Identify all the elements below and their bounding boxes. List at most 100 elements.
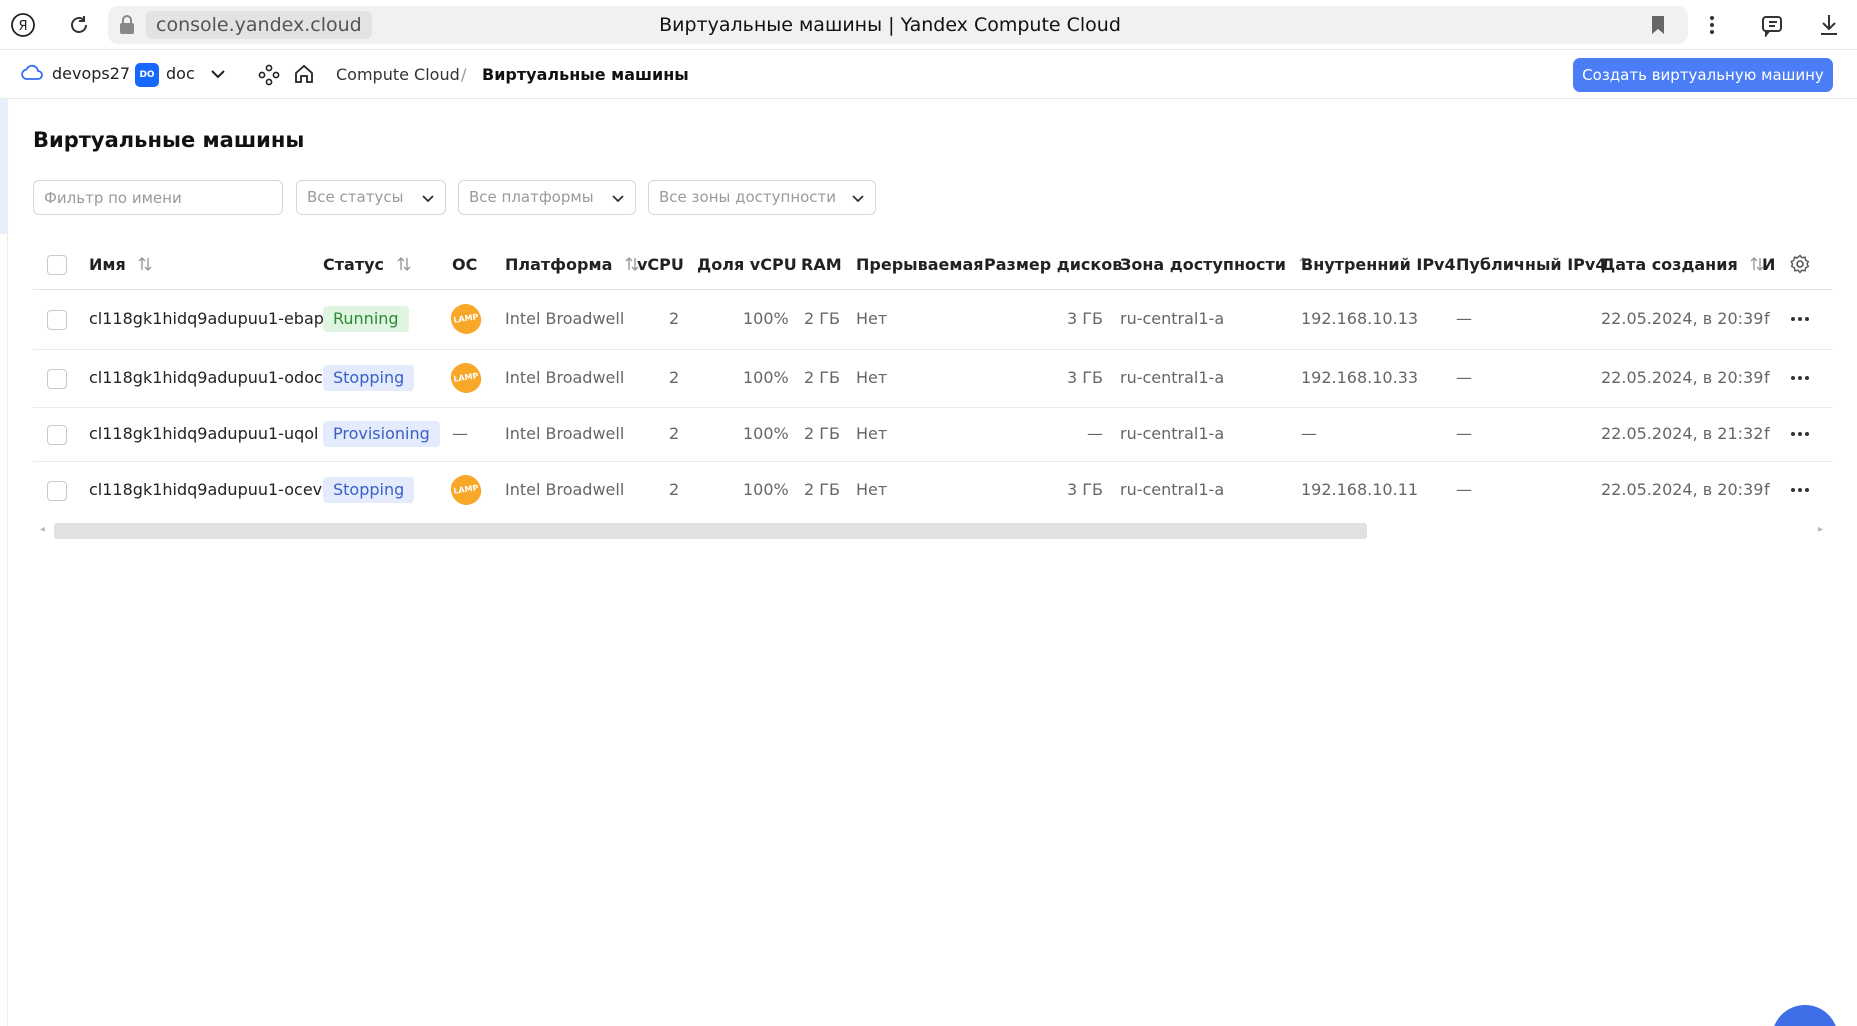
zone-cell: ru-central1-a [1120, 309, 1225, 328]
bookmark-icon[interactable] [1643, 10, 1673, 40]
col-internal-ipv4[interactable]: Внутренний IPv4 [1301, 254, 1456, 276]
lamp-os-icon: LAMP [449, 361, 483, 395]
folder-badge: DO [135, 63, 159, 87]
vm-name[interactable]: cl118gk1hidq9adupuu1-odoc [89, 367, 323, 389]
row-checkbox[interactable] [47, 310, 67, 330]
internal-ipv4-cell: — [1301, 424, 1317, 443]
col-extra[interactable]: И [1762, 254, 1775, 276]
extra-cell: f [1764, 309, 1770, 328]
platform-cell: Intel Broadwell [505, 309, 625, 328]
internal-ipv4-cell: 192.168.10.11 [1301, 480, 1419, 499]
col-disk-size[interactable]: Размер дисков [984, 254, 1122, 276]
col-public-ipv4[interactable]: Публичный IPv4 [1456, 254, 1606, 276]
status-badge: Stopping [323, 477, 415, 503]
create-vm-button[interactable]: Создать виртуальную машину [1573, 58, 1833, 92]
breadcrumb-compute-cloud[interactable]: Compute Cloud [336, 64, 460, 86]
created-cell: 22.05.2024, в 20:39 [1601, 480, 1764, 499]
horizontal-scrollbar[interactable] [54, 523, 1367, 539]
url-host[interactable]: console.yandex.cloud [146, 11, 372, 39]
page-title: Виртуальные машины [33, 128, 305, 152]
cloud-icon [20, 63, 44, 87]
platform-cell: Intel Broadwell [505, 424, 625, 443]
col-status[interactable]: Статус [323, 254, 412, 276]
breadcrumb-current: Виртуальные машины [482, 65, 689, 84]
scroll-left-arrow[interactable]: ◂ [40, 524, 45, 535]
lock-icon[interactable] [118, 14, 136, 40]
zone-select-value: Все зоны доступности [659, 188, 837, 206]
extra-cell: f [1764, 424, 1770, 443]
sidebar-icon[interactable] [1757, 10, 1787, 40]
ram-cell: 2 ГБ [804, 368, 840, 387]
zone-select[interactable]: Все зоны доступности [648, 180, 876, 215]
platform-select[interactable]: Все платформы [458, 180, 636, 215]
chevron-down-icon[interactable] [209, 65, 227, 87]
ram-cell: 2 ГБ [804, 309, 840, 328]
disk-cell: 3 ГБ [1067, 309, 1103, 328]
row-checkbox[interactable] [47, 369, 67, 389]
status-select-value: Все статусы [307, 188, 404, 206]
browser-toolbar: Я console.yandex.cloud Виртуальные машин… [0, 0, 1857, 50]
col-vcpu-share[interactable]: Доля vCPU [697, 254, 797, 276]
ram-cell: 2 ГБ [804, 424, 840, 443]
extra-cell: f [1764, 480, 1770, 499]
preemptible-cell: Нет [856, 309, 888, 328]
reload-icon[interactable] [64, 10, 94, 40]
zone-cell: ru-central1-a [1120, 424, 1225, 443]
created-cell: 22.05.2024, в 20:39 [1601, 309, 1764, 328]
disk-cell: 3 ГБ [1067, 480, 1103, 499]
vcpu-share-cell: 100% [743, 424, 789, 443]
col-created[interactable]: Дата создания [1601, 254, 1765, 276]
disk-cell: — [1087, 424, 1103, 443]
yandex-logo-icon[interactable]: Я [8, 10, 38, 40]
name-filter-input[interactable] [33, 180, 283, 215]
col-ram[interactable]: RAM [801, 254, 842, 276]
services-icon[interactable] [258, 64, 280, 90]
scroll-right-arrow[interactable]: ▸ [1818, 524, 1823, 535]
select-all-checkbox[interactable] [47, 255, 67, 275]
more-dots-icon[interactable] [1790, 487, 1810, 493]
kebab-menu-icon[interactable] [1697, 10, 1727, 40]
vcpu-cell: 2 [669, 480, 680, 499]
more-dots-icon[interactable] [1790, 375, 1810, 381]
row-checkbox[interactable] [47, 425, 67, 445]
sort-icon[interactable] [137, 256, 153, 272]
status-select[interactable]: Все статусы [296, 180, 446, 215]
ram-cell: 2 ГБ [804, 480, 840, 499]
row-checkbox[interactable] [47, 481, 67, 501]
col-vcpu[interactable]: vCPU [637, 254, 684, 276]
left-rail [0, 99, 8, 1026]
vcpu-share-cell: 100% [743, 480, 789, 499]
status-badge: Provisioning [323, 421, 440, 447]
extra-cell: f [1764, 368, 1770, 387]
vm-name[interactable]: cl118gk1hidq9adupuu1-uqol [89, 423, 318, 445]
col-preemptible[interactable]: Прерываемая [856, 254, 984, 276]
status-badge: Running [323, 306, 409, 332]
vm-table: Имя Статус ОС Платформа vCPU Доля vCPU R… [33, 238, 1833, 538]
more-dots-icon[interactable] [1790, 431, 1810, 437]
chevron-down-icon [422, 195, 434, 203]
col-name[interactable]: Имя [89, 254, 153, 276]
col-platform[interactable]: Платформа [505, 254, 640, 276]
chevron-down-icon [612, 195, 624, 203]
created-cell: 22.05.2024, в 20:39 [1601, 368, 1764, 387]
folder-name[interactable]: doc [166, 63, 195, 85]
cloud-name[interactable]: devops27 [52, 63, 130, 85]
chevron-down-icon [852, 195, 864, 203]
col-zone[interactable]: Зона доступности [1120, 254, 1314, 276]
col-os[interactable]: ОС [452, 254, 477, 276]
vm-name[interactable]: cl118gk1hidq9adupuu1-ebap [89, 308, 324, 330]
zone-cell: ru-central1-a [1120, 480, 1225, 499]
svg-text:Я: Я [18, 19, 27, 34]
breadcrumb-separator: / [461, 65, 467, 84]
more-dots-icon[interactable] [1790, 316, 1810, 322]
row-divider [33, 407, 1833, 408]
settings-gear-icon[interactable] [1790, 254, 1810, 280]
help-button[interactable] [1772, 1005, 1838, 1026]
download-icon[interactable] [1814, 10, 1844, 40]
sort-icon[interactable] [396, 256, 412, 272]
row-divider [33, 461, 1833, 462]
vm-name[interactable]: cl118gk1hidq9adupuu1-ocev [89, 479, 322, 501]
home-icon[interactable] [293, 63, 315, 89]
public-ipv4-cell: — [1456, 309, 1472, 328]
internal-ipv4-cell: 192.168.10.33 [1301, 368, 1419, 387]
